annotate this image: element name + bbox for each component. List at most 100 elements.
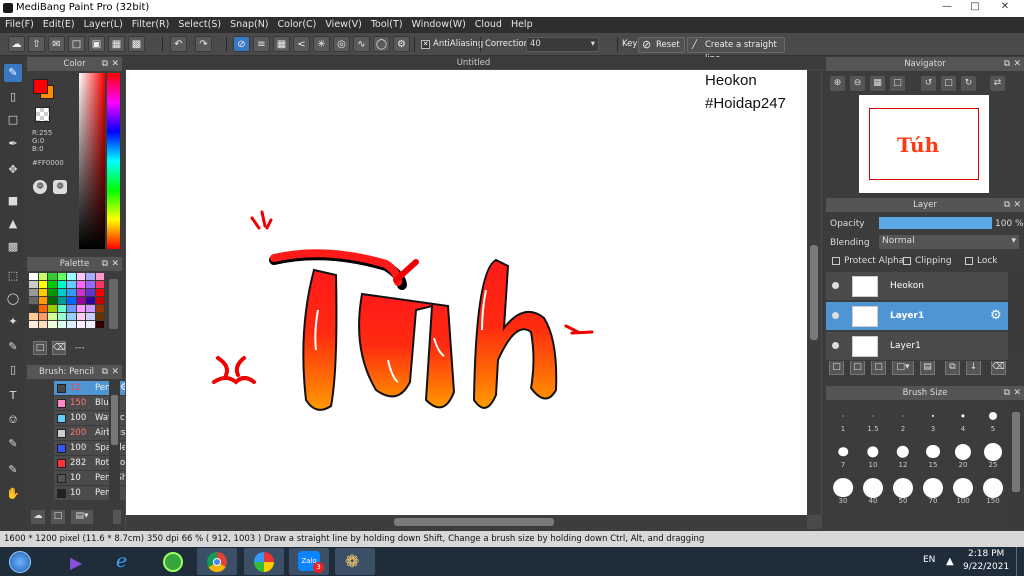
brush-panel-grip[interactable] xyxy=(113,510,121,524)
brush-item[interactable]: 100Sparkle Brush xyxy=(54,441,133,456)
menu-snap[interactable]: Snap(N) xyxy=(225,17,272,30)
close-button[interactable]: ✕ xyxy=(992,0,1018,15)
new-layer-icon[interactable]: □ xyxy=(829,360,844,375)
rotate-right-icon[interactable]: ↻ xyxy=(961,76,976,91)
select-pen-icon[interactable]: ✎ xyxy=(4,338,22,356)
palette-swatch[interactable] xyxy=(29,273,38,280)
medibang-paint-icon[interactable]: ❁ xyxy=(335,548,375,575)
palette-swatch[interactable] xyxy=(57,297,66,304)
vanishing-point-icon[interactable]: < xyxy=(293,36,310,52)
flip-horizontal-icon[interactable]: ⇄ xyxy=(990,76,1005,91)
brush-size-option[interactable]: 7 xyxy=(828,438,858,469)
chrome-icon[interactable] xyxy=(197,548,237,575)
palette-swatch[interactable] xyxy=(95,289,104,296)
close-panel-icon[interactable]: ✕ xyxy=(111,57,119,71)
reset-rotation-icon[interactable]: □ xyxy=(941,76,956,91)
palette-swatch[interactable] xyxy=(38,313,47,320)
palette-swatch[interactable] xyxy=(38,305,47,312)
palette-swatch[interactable] xyxy=(95,313,104,320)
palette-swatch[interactable] xyxy=(48,297,57,304)
close-panel-icon[interactable]: ✕ xyxy=(1013,57,1021,71)
material-icon[interactable]: ▦ xyxy=(108,36,125,52)
close-panel-icon[interactable]: ✕ xyxy=(111,257,119,271)
radial-snap-icon[interactable]: ✳ xyxy=(313,36,330,52)
palette-swatch[interactable] xyxy=(76,289,85,296)
select-eraser-icon[interactable]: ▯ xyxy=(4,361,22,379)
curve-snap-icon[interactable]: ∿ xyxy=(353,36,370,52)
menu-file[interactable]: File(F) xyxy=(0,17,38,30)
add-brush-icon[interactable]: □ xyxy=(51,510,65,524)
delete-layer-icon[interactable]: ⌫ xyxy=(991,360,1006,375)
hue-slider[interactable] xyxy=(107,73,120,249)
menu-tool[interactable]: Tool(T) xyxy=(366,17,407,30)
gradient-tool-icon[interactable]: ▩ xyxy=(4,238,22,256)
color-wheel-icon[interactable]: ❁ xyxy=(33,180,47,194)
menu-view[interactable]: View(V) xyxy=(320,17,365,30)
bucket-tool-icon[interactable]: ▲ xyxy=(4,215,22,233)
palette-swatch[interactable] xyxy=(95,305,104,312)
start-orb-icon[interactable] xyxy=(3,548,37,575)
menu-window[interactable]: Window(W) xyxy=(407,17,470,30)
brush-item[interactable]: 282Rotation xyxy=(54,456,133,471)
undo-icon[interactable]: ↶ xyxy=(170,36,187,52)
close-panel-icon[interactable]: ✕ xyxy=(1013,198,1021,212)
vertical-scrollbar[interactable] xyxy=(807,70,821,515)
coccoc-browser-icon[interactable] xyxy=(152,548,192,575)
lock-checkbox[interactable] xyxy=(965,257,973,265)
layer-settings-icon[interactable]: ⚙ xyxy=(990,308,1002,323)
eyedropper-icon[interactable]: ✎ xyxy=(4,435,22,453)
snap-off-icon[interactable]: ⊘ xyxy=(233,36,250,52)
straight-line-button[interactable]: ╱Create a straight line xyxy=(687,37,785,64)
brush-size-option[interactable]: 3 xyxy=(918,402,948,433)
menu-color[interactable]: Color(C) xyxy=(273,17,321,30)
palette-swatch[interactable] xyxy=(57,281,66,288)
protect-alpha-checkbox[interactable] xyxy=(832,257,840,265)
brush-size-scrollbar[interactable] xyxy=(1010,402,1022,528)
reset-button[interactable]: ⊘ Reset xyxy=(638,37,685,53)
brush-size-option[interactable]: 4 xyxy=(948,402,978,433)
fill-rect-icon[interactable]: ■ xyxy=(4,192,22,210)
layer-scrollbar[interactable] xyxy=(1010,271,1022,357)
actual-size-icon[interactable]: □ xyxy=(890,76,905,91)
palette-swatch[interactable] xyxy=(57,273,66,280)
palette-swatch[interactable] xyxy=(86,313,95,320)
brush-tool-icon[interactable]: ✎ xyxy=(4,64,22,82)
palette-swatch[interactable] xyxy=(76,305,85,312)
layer-row[interactable]: Heokon xyxy=(826,272,1008,301)
cloud-icon[interactable]: ☁ xyxy=(8,36,25,52)
layer-row[interactable]: Layer1 ⚙ xyxy=(826,302,1008,331)
palette-swatch[interactable] xyxy=(29,289,38,296)
rotate-left-icon[interactable]: ↺ xyxy=(921,76,936,91)
brush-size-option[interactable]: 30 xyxy=(828,474,858,505)
horizontal-scrollbar[interactable] xyxy=(126,515,807,529)
palette-swatch[interactable] xyxy=(76,273,85,280)
brush-item[interactable]: 10 Pen xyxy=(54,486,133,501)
parallel-snap-icon[interactable]: ≡ xyxy=(253,36,270,52)
add-cloud-brush-icon[interactable]: ☁ xyxy=(31,510,45,524)
brush-item[interactable]: 10Pen (Shading) xyxy=(54,471,133,486)
pen-tool-icon[interactable]: ✒ xyxy=(4,135,22,153)
visibility-icon[interactable] xyxy=(832,312,839,319)
antialiasing-checkbox[interactable]: ✕ xyxy=(421,40,430,49)
palette-swatch[interactable] xyxy=(29,297,38,304)
tray-arrow-icon[interactable]: ▲ xyxy=(946,556,954,567)
magic-wand-icon[interactable]: ✦ xyxy=(4,313,22,331)
palette-swatch[interactable] xyxy=(48,313,57,320)
photos-icon[interactable] xyxy=(244,548,284,575)
palette-swatch[interactable] xyxy=(29,305,38,312)
duplicate-layer-icon[interactable]: ⧉ xyxy=(945,360,960,375)
menu-layer[interactable]: Layer(L) xyxy=(79,17,127,30)
palette-swatch[interactable] xyxy=(95,321,104,328)
brush-size-option[interactable]: 5 xyxy=(978,402,1008,433)
clock-date[interactable]: 9/22/2021 xyxy=(963,562,1009,572)
brush-size-option[interactable]: 15 xyxy=(918,438,948,469)
zoom-in-icon[interactable]: ⊕ xyxy=(830,76,845,91)
hand-tool-icon[interactable]: ✋ xyxy=(4,485,22,503)
menu-help[interactable]: Help xyxy=(506,17,537,30)
palette-swatch[interactable] xyxy=(38,297,47,304)
new-8bit-layer-icon[interactable]: □ xyxy=(871,360,886,375)
brush-item[interactable]: 12Pencil⚙ xyxy=(54,381,133,396)
cross-snap-icon[interactable]: ▦ xyxy=(273,36,290,52)
palette-swatch[interactable] xyxy=(67,297,76,304)
palette-swatch[interactable] xyxy=(67,313,76,320)
